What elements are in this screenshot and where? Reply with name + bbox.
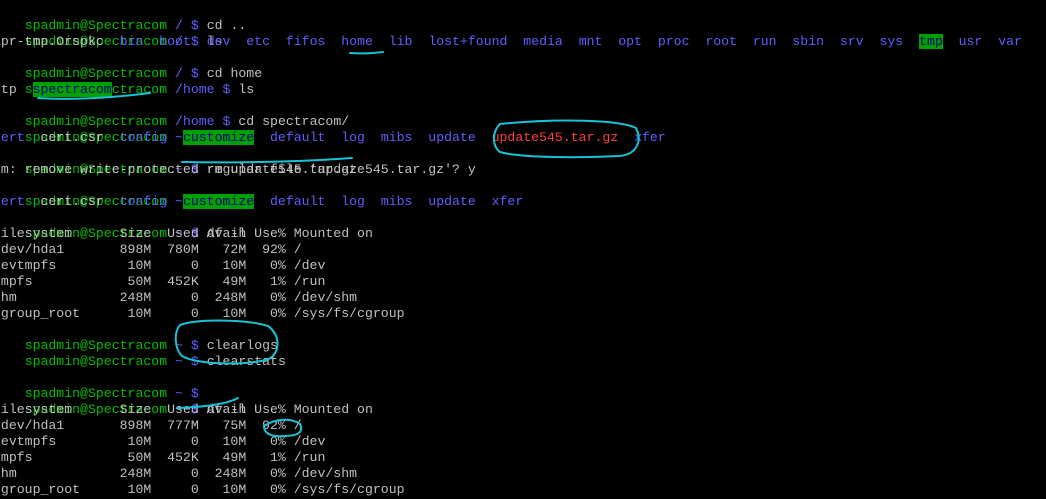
command-text: clearstats	[206, 354, 286, 369]
ls-output-home: ftp spectracom	[0, 82, 112, 98]
terminal-line: spadmin@Spectracom / $ cd ..	[0, 2, 247, 33]
ls-entry: dev	[206, 34, 231, 49]
prompt-dollar: $	[222, 82, 231, 97]
terminal-line: spadmin@Spectracom / $ ls	[0, 18, 223, 49]
ls-output-spectracom: cert cert.csr config customize default l…	[0, 130, 666, 146]
ls-entry: mibs	[380, 130, 413, 145]
terminal-line: spadmin@Spectracom ~ $ df -h	[0, 210, 247, 241]
command-text: ls	[238, 82, 255, 97]
terminal-window[interactable]: spadmin@Spectracom / $ cd .. spadmin@Spe…	[0, 0, 1046, 499]
ls-entry: proc	[657, 34, 690, 49]
ls-entry: srv	[839, 34, 864, 49]
ls-entry-archive: update545.tar.gz	[491, 130, 619, 145]
ls-entry: cert.csr	[40, 194, 104, 209]
ls-entry: lib	[388, 34, 413, 49]
ls-entry: mibs	[380, 194, 413, 209]
ls-entry-home: home	[341, 34, 373, 49]
ls-entry: bin	[119, 34, 144, 49]
ls-entry-customize: customize	[182, 130, 255, 145]
df-row: shm 248M 0 248M 0% /dev/shm	[0, 466, 358, 481]
ls-entry: etc	[246, 34, 271, 49]
ls-entry: lost+found	[428, 34, 508, 49]
ls-entry-tmp: tmp	[919, 34, 943, 49]
prompt-path: /home	[175, 82, 215, 97]
ls-output-spectracom: cert cert.csr config customize default l…	[0, 194, 523, 210]
df-row: cgroup_root 10M 0 10M 0% /sys/fs/cgroup	[0, 482, 405, 497]
ls-entry: cert	[0, 130, 25, 145]
ls-entry: xfer	[491, 194, 524, 209]
ls-entry: config	[119, 194, 168, 209]
terminal-line: spadmin@Spectracom ~ $ clearstats	[0, 338, 286, 369]
ls-entry: update	[428, 194, 476, 209]
ls-entry: cert	[0, 194, 25, 209]
df-row: tmpfs 50M 452K 49M 1% /run	[0, 274, 326, 289]
df-row: devtmpfs 10M 0 10M 0% /dev	[0, 258, 326, 273]
command-text: cd spectracom/	[238, 114, 350, 129]
rm-confirm-output: rm: remove write-protected regular file …	[0, 162, 476, 178]
ls-entry: run	[752, 34, 777, 49]
prompt-dollar: $	[190, 354, 199, 369]
df-row: cgroup_root 10M 0 10M 0% /sys/fs/cgroup	[0, 306, 405, 321]
ls-entry: usr	[958, 34, 983, 49]
ls-entry: media	[523, 34, 563, 49]
ls-output-root: apr-tmp.Orspkc bin boot dev etc fifos ho…	[0, 34, 1022, 50]
ls-entry: update	[428, 130, 476, 145]
ls-entry: sys	[879, 34, 904, 49]
df-row: shm 248M 0 248M 0% /dev/shm	[0, 290, 358, 305]
ls-entry: fifos	[285, 34, 326, 49]
ls-entry: var	[998, 34, 1022, 49]
terminal-line: spadmin@Spectracom ~ $ df -h	[0, 386, 247, 417]
ls-entry: default	[270, 130, 326, 145]
ls-entry: root	[705, 34, 737, 49]
df-row: tmpfs 50M 452K 49M 1% /run	[0, 450, 326, 465]
terminal-line: spadmin@Spectracom ~ $ ls	[0, 178, 223, 209]
ls-entry: mnt	[578, 34, 603, 49]
ls-entry: boot	[159, 34, 191, 49]
prompt-dollar: $	[222, 114, 231, 129]
output-text: rm: remove write-protected regular file …	[0, 162, 476, 177]
terminal-line: spadmin@Spectracom ~ $ ls	[0, 114, 223, 145]
ls-entry: log	[341, 194, 365, 209]
ls-entry: sbin	[792, 34, 825, 49]
df-header: Filesystem Size Used Avail Use% Mounted …	[0, 226, 373, 241]
terminal-line: spadmin@Spectracom ~ $	[0, 370, 199, 401]
terminal-line: spadmin@Spectracom ~ $ rm update545.tar.…	[0, 146, 357, 177]
ls-entry: opt	[618, 34, 643, 49]
prompt-path: ~	[175, 354, 183, 369]
df-row: /dev/hda1 898M 780M 72M 92% /	[0, 242, 302, 257]
ls-entry-spectracom: spectracom	[32, 82, 112, 97]
ls-entry: apr-tmp.Orspkc	[0, 34, 104, 49]
df-header: Filesystem Size Used Avail Use% Mounted …	[0, 402, 373, 417]
df-row: /dev/hda1 898M 777M 75M 92% /	[0, 418, 302, 433]
ls-entry: log	[341, 130, 365, 145]
df-row: devtmpfs 10M 0 10M 0% /dev	[0, 434, 326, 449]
ls-entry: default	[270, 194, 326, 209]
ls-entry: ftp	[0, 82, 17, 97]
ls-entry: config	[119, 130, 168, 145]
ls-entry-customize: customize	[182, 194, 255, 209]
ls-entry: xfer	[634, 130, 666, 145]
prompt-user: spadmin@Spectracom	[24, 354, 168, 369]
ls-entry: cert.csr	[40, 130, 104, 145]
terminal-line: spadmin@Spectracom /home $ cd spectracom…	[0, 98, 350, 129]
terminal-line: spadmin@Spectracom ~ $ clearlogs	[0, 322, 278, 353]
terminal-line: spadmin@Spectracom /home $ ls	[0, 66, 255, 97]
terminal-line: spadmin@Spectracom / $ cd home	[0, 50, 262, 81]
